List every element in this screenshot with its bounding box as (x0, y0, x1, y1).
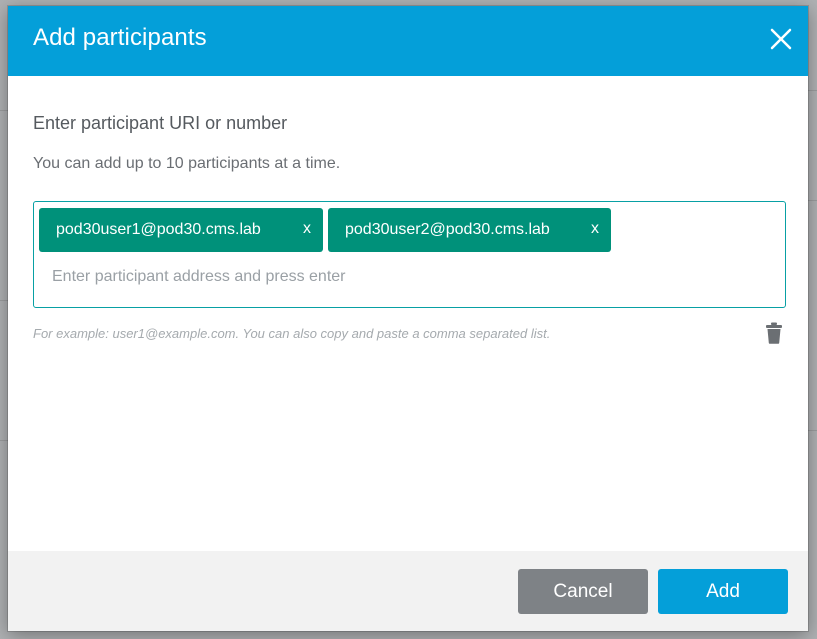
participant-chip: pod30user2@pod30.cms.lab x (328, 208, 611, 252)
cancel-button[interactable]: Cancel (518, 569, 648, 614)
participant-chip-label: pod30user1@pod30.cms.lab (56, 221, 261, 238)
example-hint: For example: user1@example.com. You can … (33, 326, 551, 341)
dialog-header: Add participants (8, 6, 808, 76)
participant-chip: pod30user1@pod30.cms.lab x (39, 208, 323, 252)
add-participants-dialog: Add participants Enter participant URI o… (8, 6, 808, 631)
close-button[interactable] (766, 24, 796, 54)
trash-icon (766, 322, 782, 344)
close-icon (770, 28, 792, 50)
participant-uri-label: Enter participant URI or number (33, 113, 288, 133)
participant-chip-label: pod30user2@pod30.cms.lab (345, 221, 550, 238)
clear-all-button[interactable] (765, 322, 783, 344)
participant-token-field[interactable]: pod30user1@pod30.cms.lab x pod30user2@po… (33, 201, 786, 308)
dialog-title: Add participants (33, 24, 207, 51)
participant-address-input[interactable] (52, 264, 752, 290)
remove-participant-button[interactable]: x (591, 220, 599, 238)
add-button[interactable]: Add (658, 569, 788, 614)
dialog-footer: Cancel Add (8, 551, 808, 631)
remove-participant-button[interactable]: x (303, 220, 311, 238)
participant-limit-help: You can add up to 10 participants at a t… (33, 155, 341, 172)
